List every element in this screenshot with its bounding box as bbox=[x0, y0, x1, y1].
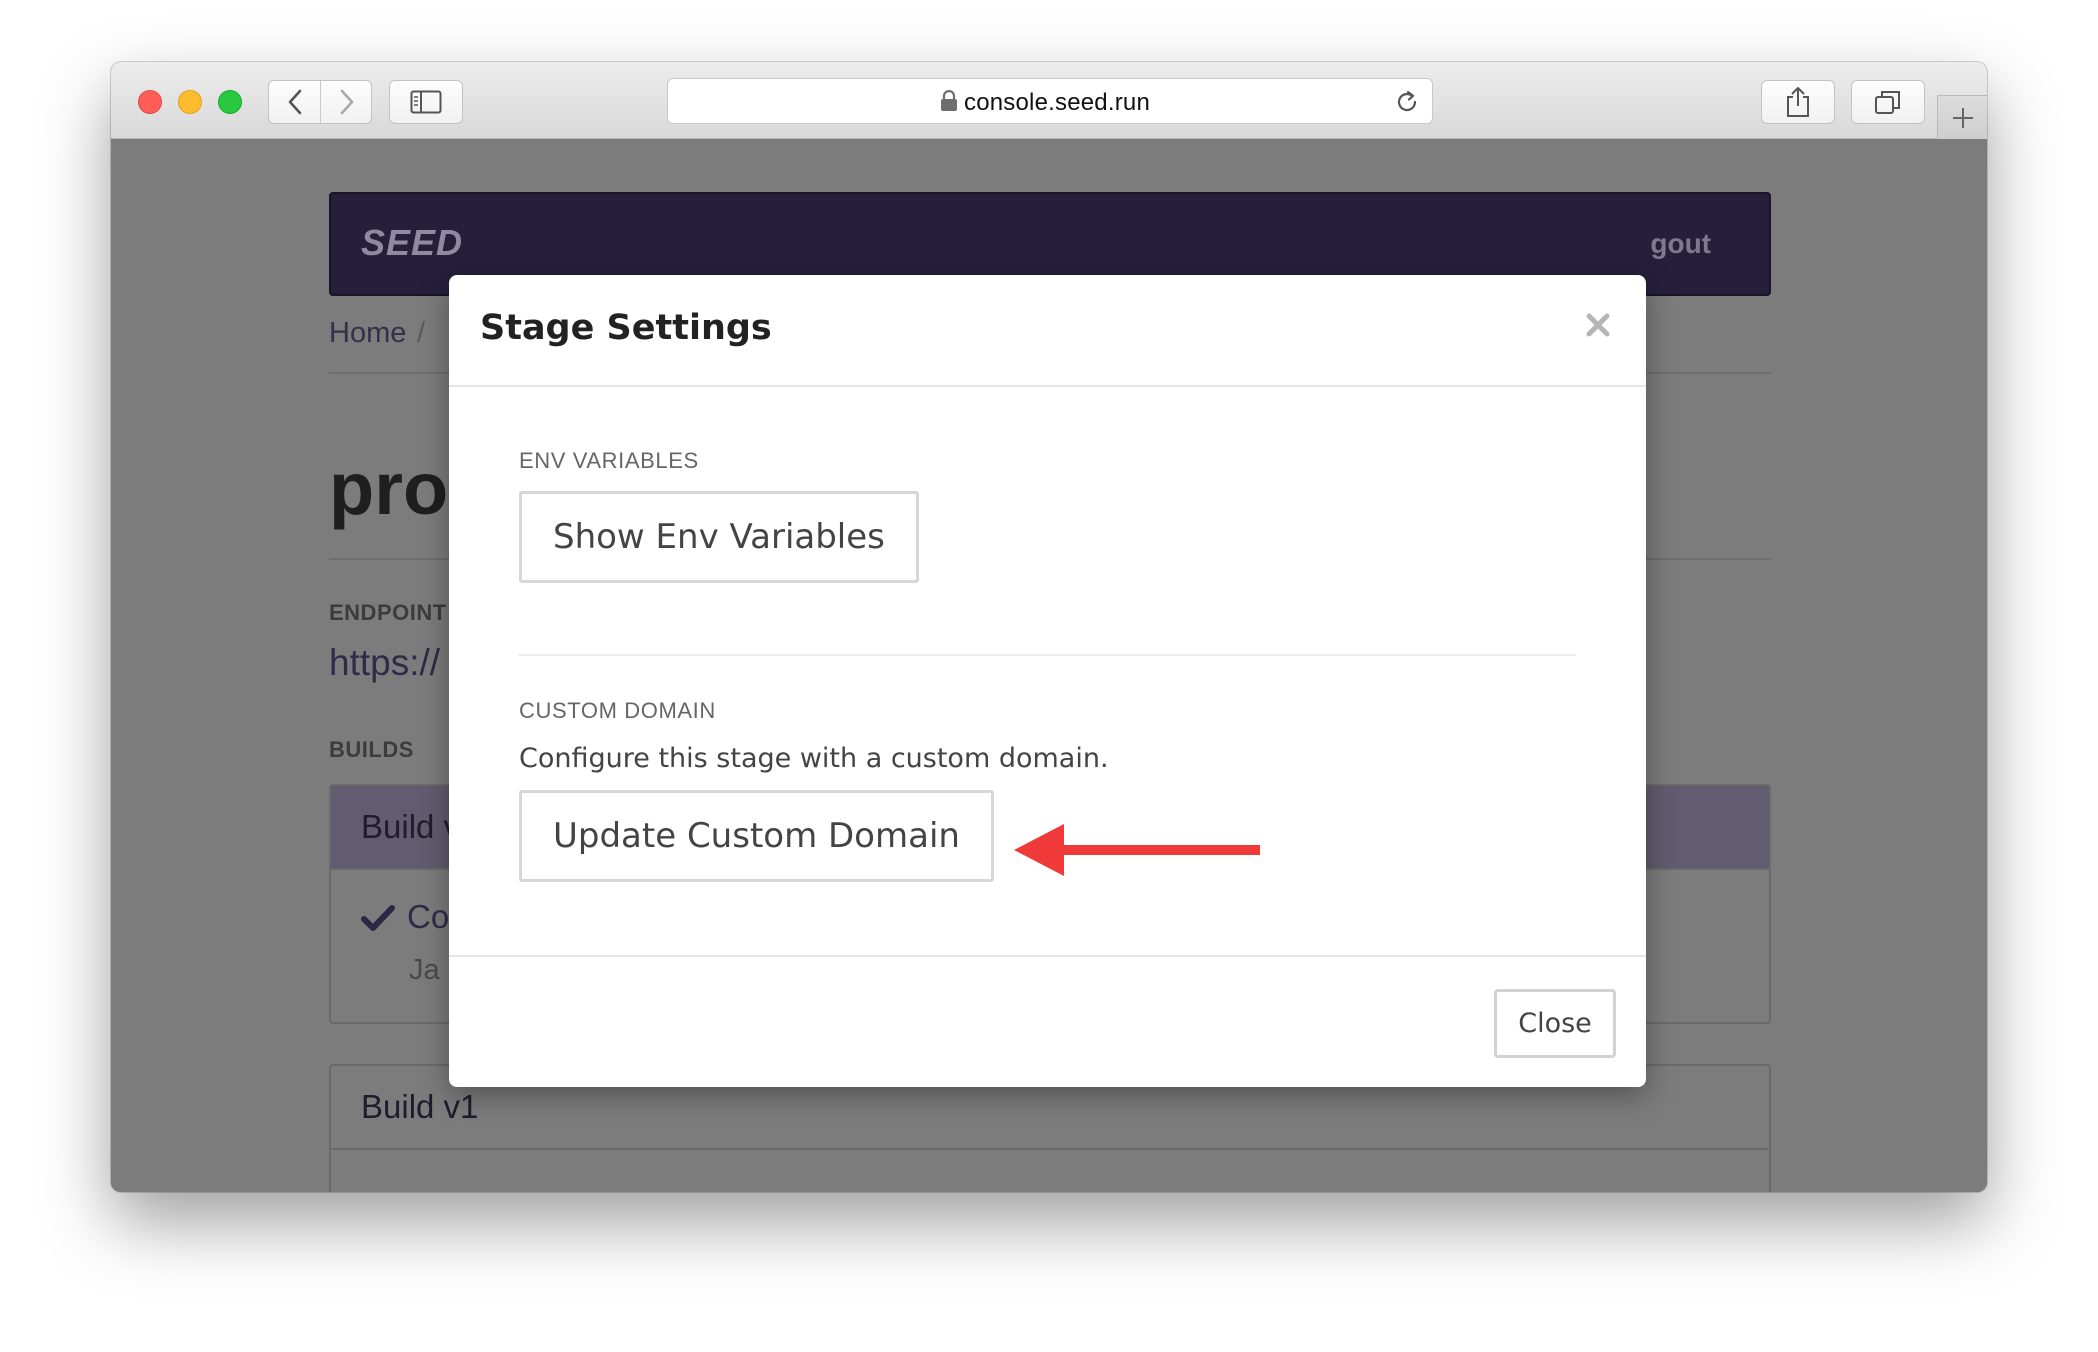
share-icon bbox=[1787, 87, 1809, 117]
new-tab-button[interactable] bbox=[1937, 95, 1987, 139]
endpoint-link[interactable]: https:// bbox=[329, 642, 440, 684]
breadcrumb-separator: / bbox=[417, 317, 426, 349]
address-bar[interactable]: console.seed.run bbox=[667, 78, 1433, 124]
navigation-buttons bbox=[268, 80, 372, 124]
update-custom-domain-button[interactable]: Update Custom Domain bbox=[519, 790, 994, 882]
close-button[interactable]: Close bbox=[1494, 989, 1616, 1058]
lock-icon bbox=[941, 90, 957, 111]
build-commit-message: Co bbox=[407, 898, 450, 935]
build-title: Build v bbox=[361, 808, 461, 845]
browser-toolbar: console.seed.run bbox=[111, 62, 1987, 139]
page-content: SEED gout Home / pro ENDPOINT https:// B… bbox=[111, 140, 1987, 1192]
plus-icon bbox=[1952, 107, 1973, 128]
endpoint-label: ENDPOINT bbox=[329, 600, 447, 625]
forward-button[interactable] bbox=[321, 81, 373, 123]
custom-domain-label: CUSTOM DOMAIN bbox=[519, 698, 716, 723]
page-title: pro bbox=[329, 447, 449, 530]
logout-link[interactable]: gout bbox=[1650, 228, 1711, 260]
build-title: Build v1 bbox=[361, 1088, 479, 1125]
share-button[interactable] bbox=[1761, 80, 1835, 124]
reload-icon[interactable] bbox=[1394, 89, 1420, 115]
modal-header: Stage Settings bbox=[449, 275, 1646, 387]
zoom-window-button[interactable] bbox=[218, 90, 242, 114]
env-variables-label: ENV VARIABLES bbox=[519, 448, 699, 473]
sidebar-button[interactable] bbox=[389, 80, 463, 124]
tabs-icon bbox=[1875, 91, 1900, 114]
breadcrumb-home[interactable]: Home bbox=[329, 317, 406, 350]
builds-label: BUILDS bbox=[329, 737, 414, 762]
custom-domain-description: Configure this stage with a custom domai… bbox=[519, 743, 1109, 774]
sidebar-icon bbox=[410, 90, 442, 114]
browser-window: console.seed.run SEED gout Home / pro EN… bbox=[111, 62, 1987, 1192]
checkmark-icon bbox=[361, 905, 395, 931]
minimize-window-button[interactable] bbox=[178, 90, 202, 114]
show-env-variables-button[interactable]: Show Env Variables bbox=[519, 491, 919, 583]
build-author: Ja bbox=[409, 954, 440, 986]
close-window-button[interactable] bbox=[138, 90, 162, 114]
close-icon[interactable] bbox=[1580, 307, 1616, 343]
brand-logo[interactable]: SEED bbox=[361, 222, 463, 264]
tabs-overview-button[interactable] bbox=[1851, 80, 1925, 124]
forward-icon bbox=[340, 89, 354, 115]
arrow-left-icon bbox=[1014, 824, 1260, 876]
url-text: console.seed.run bbox=[964, 89, 1150, 116]
section-divider bbox=[519, 654, 1576, 656]
back-button[interactable] bbox=[269, 81, 321, 123]
modal-title: Stage Settings bbox=[480, 308, 772, 348]
stage-settings-modal: Stage Settings ENV VARIABLES Show Env Va… bbox=[449, 275, 1646, 1087]
modal-footer-divider bbox=[449, 955, 1646, 957]
back-icon bbox=[288, 89, 301, 115]
